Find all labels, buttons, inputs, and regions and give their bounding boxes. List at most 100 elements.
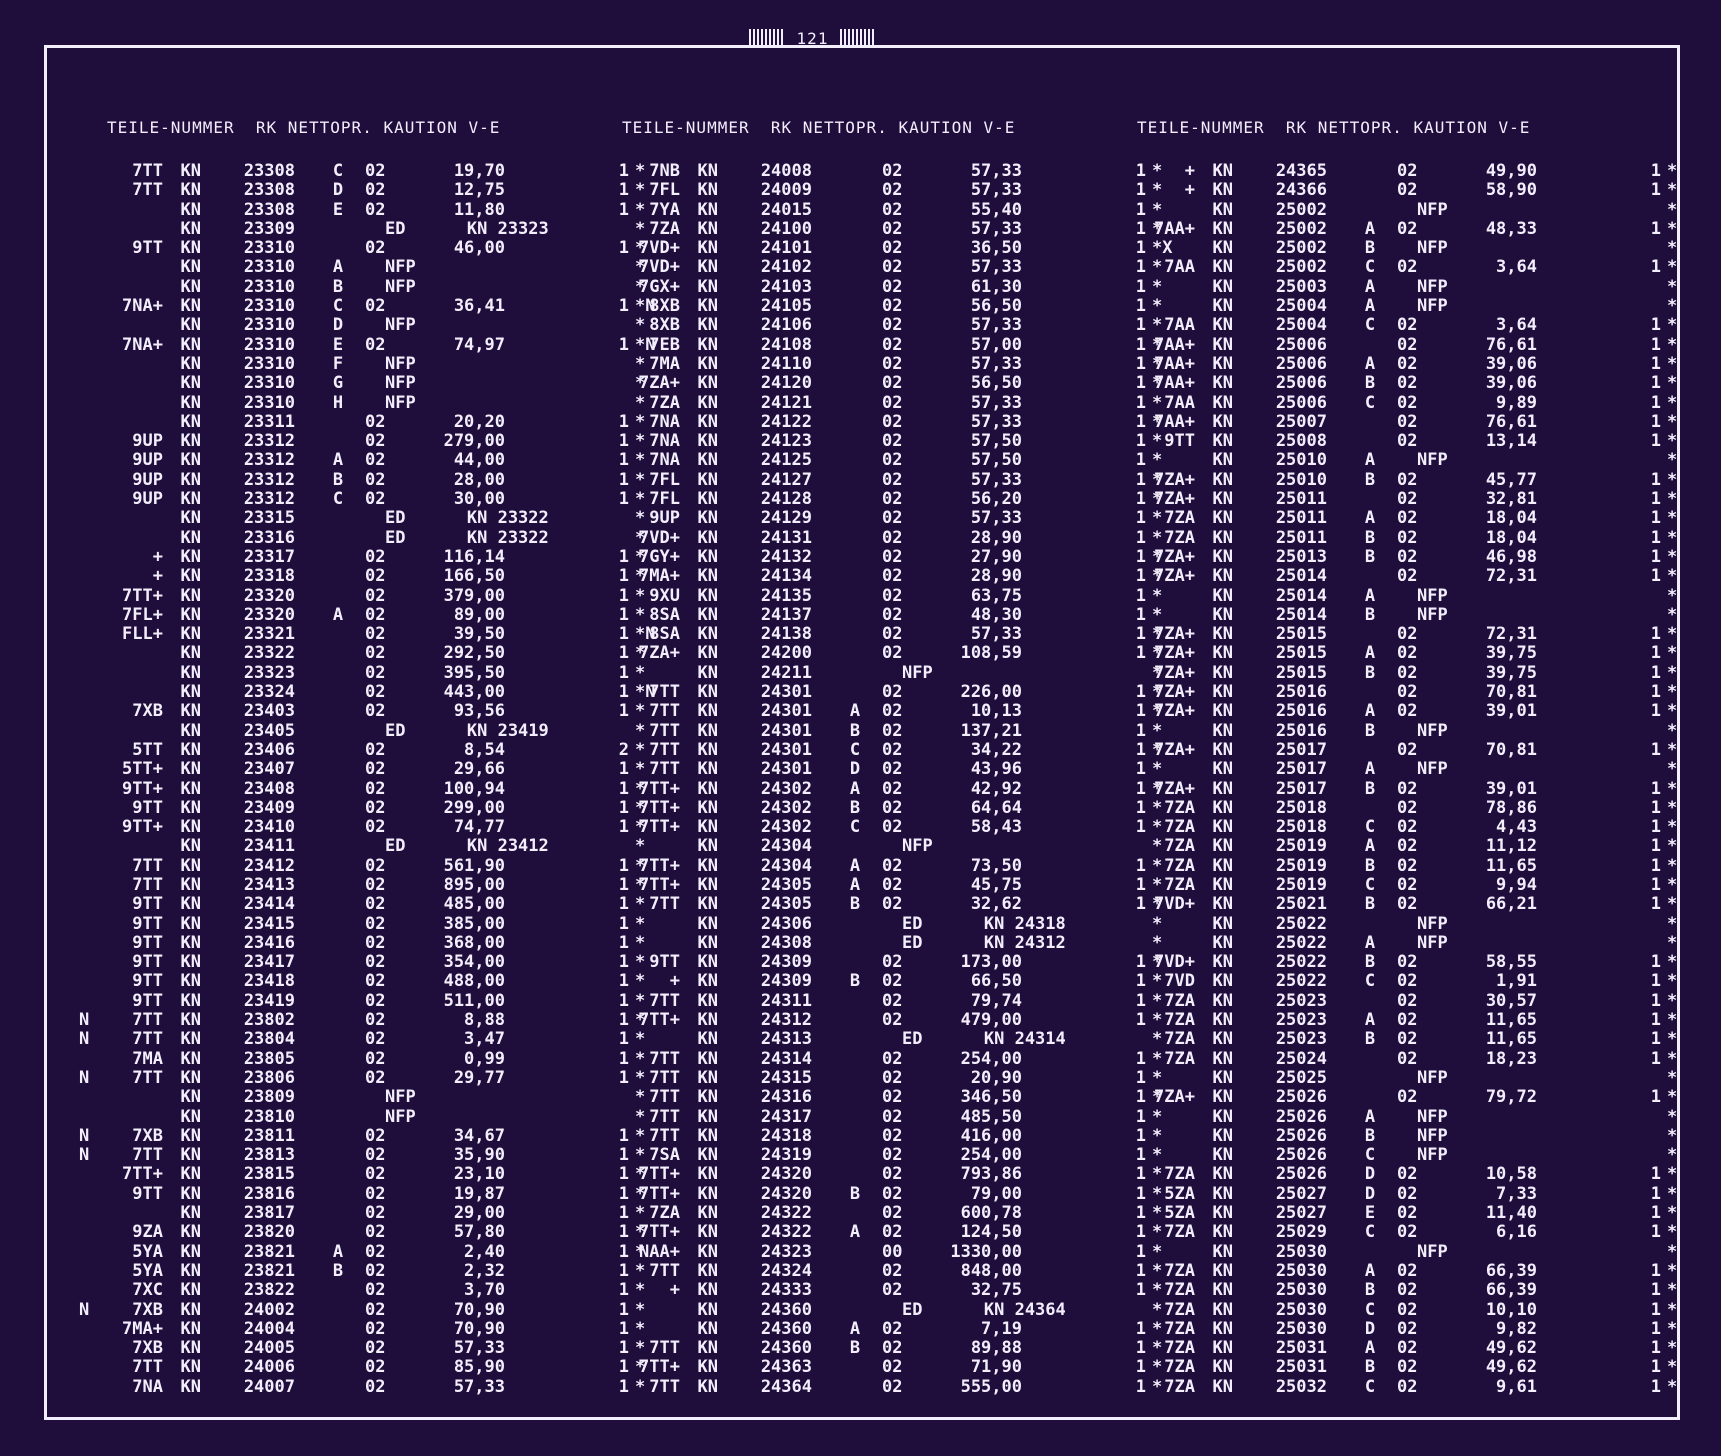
ve-qty: 1: [1650, 739, 1661, 760]
part-kn: KN: [1212, 1183, 1233, 1204]
part-kn: KN: [180, 1106, 201, 1127]
net-price: 28,90: [970, 527, 1022, 548]
ve-qty: 1: [1650, 874, 1661, 895]
status-mark: *: [1667, 315, 1678, 336]
remark: NFP: [1417, 759, 1448, 780]
part-suffix: A: [1364, 508, 1376, 529]
part-kn: KN: [1212, 759, 1233, 780]
part-prefix: 7ZA: [1164, 1029, 1195, 1050]
part-number: 23310: [243, 315, 295, 336]
part-number: 23315: [243, 508, 295, 529]
table-row: 7TT KN 24324 02 848,00 1 *: [602, 1261, 1162, 1281]
rk-code: 02: [882, 353, 903, 374]
ve-qty: 1: [1650, 855, 1661, 876]
part-kn: KN: [697, 1318, 718, 1339]
part-number: 24131: [760, 527, 812, 548]
part-suffix: B: [1364, 720, 1376, 741]
part-number: 25019: [1275, 874, 1327, 895]
part-number: 23312: [243, 489, 295, 510]
part-prefix: 7ZA: [1164, 1164, 1195, 1185]
net-price: 793,86: [960, 1164, 1022, 1185]
part-kn: KN: [697, 855, 718, 876]
part-number: 23310: [243, 276, 295, 297]
part-number: 25014: [1275, 566, 1327, 587]
part-prefix: 7TT+: [639, 1357, 680, 1378]
ve-qty: 1: [1650, 894, 1661, 915]
table-row: 7ZA KN 25019 C 02 9,94 1 *: [1117, 874, 1677, 895]
status-mark: *: [1667, 1357, 1678, 1378]
part-kn: KN: [697, 238, 718, 259]
part-prefix: 7NA: [649, 431, 680, 452]
margin-flag: N: [79, 1145, 90, 1166]
net-price: 56,20: [970, 489, 1022, 510]
part-kn: KN: [1212, 334, 1233, 355]
part-number: 23318: [243, 566, 295, 587]
net-price: 32,62: [970, 894, 1022, 915]
remark: NFP: [1417, 296, 1448, 317]
part-number: 25014: [1275, 585, 1327, 606]
net-price: 66,39: [1485, 1280, 1537, 1301]
table-row: 7TT KN 24360 B 02 89,88 1 *: [602, 1338, 1162, 1358]
part-kn: KN: [1212, 701, 1233, 722]
rk-code: 02: [365, 855, 386, 876]
remark: NFP: [385, 1106, 416, 1127]
net-price: 9,82: [1496, 1318, 1537, 1339]
rk-code: 02: [882, 257, 903, 278]
part-prefix: 7TT: [649, 990, 680, 1011]
part-number: 23316: [243, 527, 295, 548]
net-price: 72,31: [1485, 566, 1537, 587]
table-row: 7ZA KN 25018 02 78,86 1 *: [1117, 798, 1677, 818]
part-prefix: 7ZA+: [1154, 778, 1195, 799]
part-kn: KN: [1212, 546, 1233, 567]
table-row: 9TT KN 23310 02 46,00 1 *: [85, 238, 645, 258]
part-kn: KN: [180, 373, 201, 394]
rk-code: 02: [882, 817, 903, 838]
rk-code: 02: [882, 1376, 903, 1397]
rk-code: 02: [882, 1106, 903, 1127]
net-price: 45,75: [970, 874, 1022, 895]
rk-code: 02: [365, 1260, 386, 1281]
net-price: 89,00: [453, 604, 505, 625]
net-price: 100,94: [443, 778, 505, 799]
table-row: 9TT KN 23417 02 354,00 1 *: [85, 952, 645, 972]
net-price: 11,65: [1485, 1029, 1537, 1050]
part-number: 23820: [243, 1222, 295, 1243]
status-mark: *: [1667, 469, 1678, 490]
part-prefix: 9UP: [132, 469, 163, 490]
part-number: 23821: [243, 1241, 295, 1262]
net-price: 6,16: [1496, 1222, 1537, 1243]
part-kn: KN: [180, 1087, 201, 1108]
part-number: 25026: [1275, 1106, 1327, 1127]
rk-code: 02: [1397, 373, 1418, 394]
part-prefix: 7ZA+: [1154, 546, 1195, 567]
part-prefix: 7ZA+: [1154, 739, 1195, 760]
status-mark: *: [1667, 566, 1678, 587]
part-kn: KN: [180, 855, 201, 876]
part-kn: KN: [180, 1338, 201, 1359]
net-price: 42,92: [970, 778, 1022, 799]
table-row: 9UP KN 23312 02 279,00 1 *: [85, 431, 645, 451]
part-number: 23821: [243, 1260, 295, 1281]
part-suffix: C: [1364, 315, 1376, 336]
part-suffix: A: [1364, 585, 1376, 606]
remark: NFP: [1417, 604, 1448, 625]
ve-qty: 1: [1650, 1338, 1661, 1359]
part-kn: KN: [1212, 431, 1233, 452]
part-prefix: 7TT+: [639, 817, 680, 838]
status-mark: *: [1667, 952, 1678, 973]
table-row: N 7XB KN 24002 02 70,90 1 *: [79, 1300, 645, 1320]
part-prefix: 7FL: [649, 469, 680, 490]
part-kn: KN: [1212, 894, 1233, 915]
part-kn: KN: [180, 643, 201, 664]
table-row: 7ZA+ KN 25014 02 72,31 1 *: [1117, 566, 1677, 587]
part-number: 24304: [760, 855, 812, 876]
rk-code: 02: [365, 778, 386, 799]
remark: ED KN 24364: [902, 1299, 1066, 1320]
part-number: 25015: [1275, 643, 1327, 664]
net-price: 79,74: [970, 990, 1022, 1011]
part-suffix: C: [1364, 817, 1376, 838]
table-row: 7FL KN 24127 02 57,33 1 *: [602, 469, 1162, 490]
part-number: 23809: [243, 1087, 295, 1108]
ve-qty: 1: [1650, 971, 1661, 992]
net-price: 30,00: [453, 489, 505, 510]
